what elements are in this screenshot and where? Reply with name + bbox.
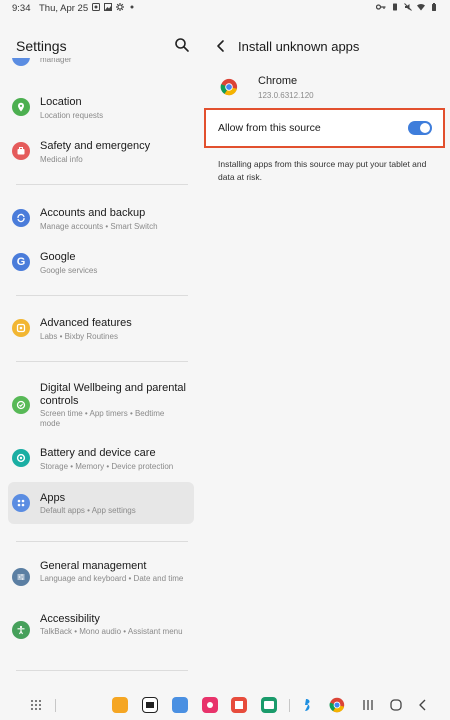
toggle-knob [420, 123, 430, 133]
settings-item-accessibility[interactable]: Accessibility TalkBack • Mono audio • As… [8, 611, 194, 653]
settings-item-label: Accounts and backup [40, 207, 146, 219]
taskbar-separator [289, 699, 290, 712]
settings-item-partial-sub: manager [40, 58, 72, 64]
allow-from-source-row[interactable]: Allow from this source [204, 108, 445, 148]
battery-saver-icon [393, 3, 397, 11]
settings-item-battery[interactable]: Battery and device care Storage • Memory… [8, 443, 194, 475]
settings-item-label: Apps [40, 492, 66, 504]
chrome-icon [220, 78, 238, 96]
settings-item-sub: Screen time • App timers • Bedtime mode [40, 409, 165, 428]
bixby-icon[interactable] [300, 697, 316, 713]
home-icon[interactable] [388, 697, 404, 713]
advanced-features-icon [12, 319, 30, 337]
settings-item-sub: Language and keyboard • Date and time [40, 574, 184, 583]
apps-icon [12, 494, 30, 512]
settings-item-accounts[interactable]: Accounts and backup Manage accounts • Sm… [8, 203, 194, 235]
settings-notif-icon [116, 3, 124, 11]
device-care-icon [12, 449, 30, 467]
mute-icon [404, 3, 412, 11]
warning-text: Installing apps from this source may put… [218, 159, 427, 182]
settings-item-sub: Storage • Memory • Device protection [40, 462, 174, 471]
settings-item-sub: Default apps • App settings [40, 506, 136, 515]
divider [16, 361, 188, 362]
settings-item-sub: TalkBack • Mono audio • Assistant menu [40, 627, 183, 636]
safety-icon [12, 142, 30, 160]
page-title: Install unknown apps [238, 39, 360, 54]
calendar-icon[interactable] [261, 697, 277, 713]
status-system-icons [376, 3, 438, 11]
settings-item-apps[interactable]: Apps Default apps • App settings [8, 482, 194, 524]
google-icon: G [12, 253, 30, 271]
settings-item-google[interactable]: G Google Google services [8, 247, 194, 279]
settings-item-sub: Labs • Bixby Routines [40, 332, 118, 341]
tv-app-icon[interactable] [142, 697, 158, 713]
settings-item-sub: Google services [40, 266, 98, 275]
settings-item-safety[interactable]: Safety and emergency Medical info [8, 136, 194, 168]
settings-item-label: Digital Wellbeing and parental controls [40, 382, 186, 407]
divider [16, 541, 188, 542]
back-arrow-icon[interactable] [214, 38, 228, 54]
settings-item-sub: Location requests [40, 111, 104, 120]
settings-item-label: General management [40, 560, 147, 572]
settings-title: Settings [16, 38, 67, 54]
settings-item-digital-wellbeing[interactable]: Digital Wellbeing and parental controls … [8, 378, 194, 428]
app-version: 123.0.6312.120 [258, 91, 314, 100]
wifi-icon [417, 3, 425, 11]
my-files-icon[interactable] [112, 697, 128, 713]
app-info-row: Chrome 123.0.6312.120 [214, 72, 444, 104]
settings-item-label: Location [40, 96, 82, 108]
key-icon [376, 4, 386, 10]
settings-item-label: Advanced features [40, 317, 132, 329]
status-bar: 9:34 Thu, Apr 25 [0, 0, 450, 16]
dot-icon [130, 5, 134, 9]
notification-icon [92, 3, 100, 11]
settings-list: manager Location Location requests Safet… [0, 58, 200, 688]
calendar-widget-icon[interactable] [172, 697, 188, 713]
settings-item-sub: Medical info [40, 155, 83, 164]
wellbeing-icon [12, 396, 30, 414]
taskbar-separator [55, 699, 56, 712]
gallery-icon [104, 3, 112, 11]
divider [16, 670, 188, 671]
settings-item-label: Safety and emergency [40, 140, 151, 152]
back-nav-icon[interactable] [415, 697, 431, 713]
app-drawer-icon[interactable] [28, 697, 44, 713]
settings-item-general-management[interactable]: General management Language and keyboard… [8, 558, 194, 600]
settings-item-label: Google [40, 251, 76, 263]
status-notification-icons [92, 3, 136, 11]
recent-apps-icon[interactable] [360, 697, 376, 713]
accessibility-icon [12, 621, 30, 639]
flipboard-icon[interactable] [231, 697, 247, 713]
divider [16, 184, 188, 185]
screen-recorder-icon[interactable] [202, 697, 218, 713]
settings-item-location[interactable]: Location Location requests [8, 92, 194, 124]
divider [16, 295, 188, 296]
search-icon[interactable] [174, 37, 190, 53]
allow-from-source-label: Allow from this source [218, 122, 321, 134]
chrome-taskbar-icon[interactable] [329, 697, 345, 713]
app-name: Chrome [258, 75, 298, 87]
partial-icon [12, 58, 30, 66]
general-management-icon [12, 568, 30, 586]
taskbar [0, 692, 450, 720]
sync-icon [12, 209, 30, 227]
settings-item-label: Battery and device care [40, 447, 156, 459]
location-icon [12, 98, 30, 116]
settings-item-label: Accessibility [40, 613, 100, 625]
status-date: Thu, Apr 25 [39, 3, 89, 14]
settings-item-partial[interactable]: manager [8, 58, 194, 70]
status-time: 9:34 [12, 3, 31, 14]
settings-item-advanced-features[interactable]: Advanced features Labs • Bixby Routines [8, 313, 194, 345]
allow-from-source-toggle[interactable] [408, 121, 432, 135]
settings-item-sub: Manage accounts • Smart Switch [40, 222, 158, 231]
battery-icon [432, 3, 436, 11]
